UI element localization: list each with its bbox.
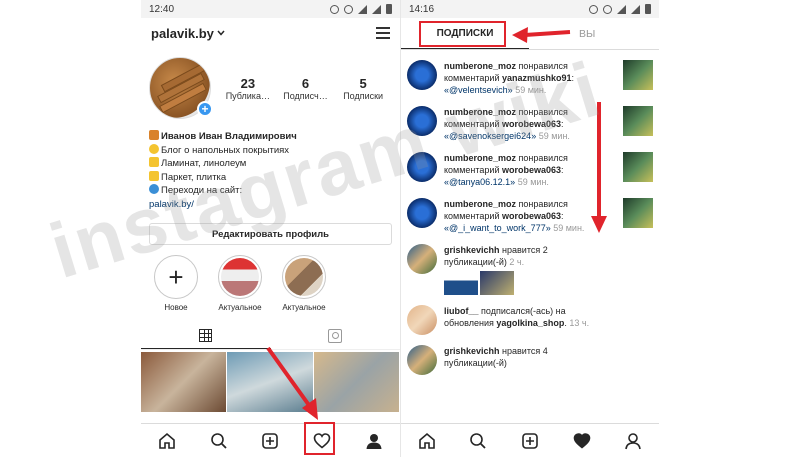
annotation-arrows: [266, 27, 607, 420]
arrow-to-following-tab: [512, 27, 571, 43]
screenshot-stage: 12:40 palavik.by + 23 Публика… 6 Подписч…: [0, 0, 800, 457]
arrow-down-feed: [591, 102, 607, 233]
arrow-to-activity-button: [266, 346, 318, 420]
